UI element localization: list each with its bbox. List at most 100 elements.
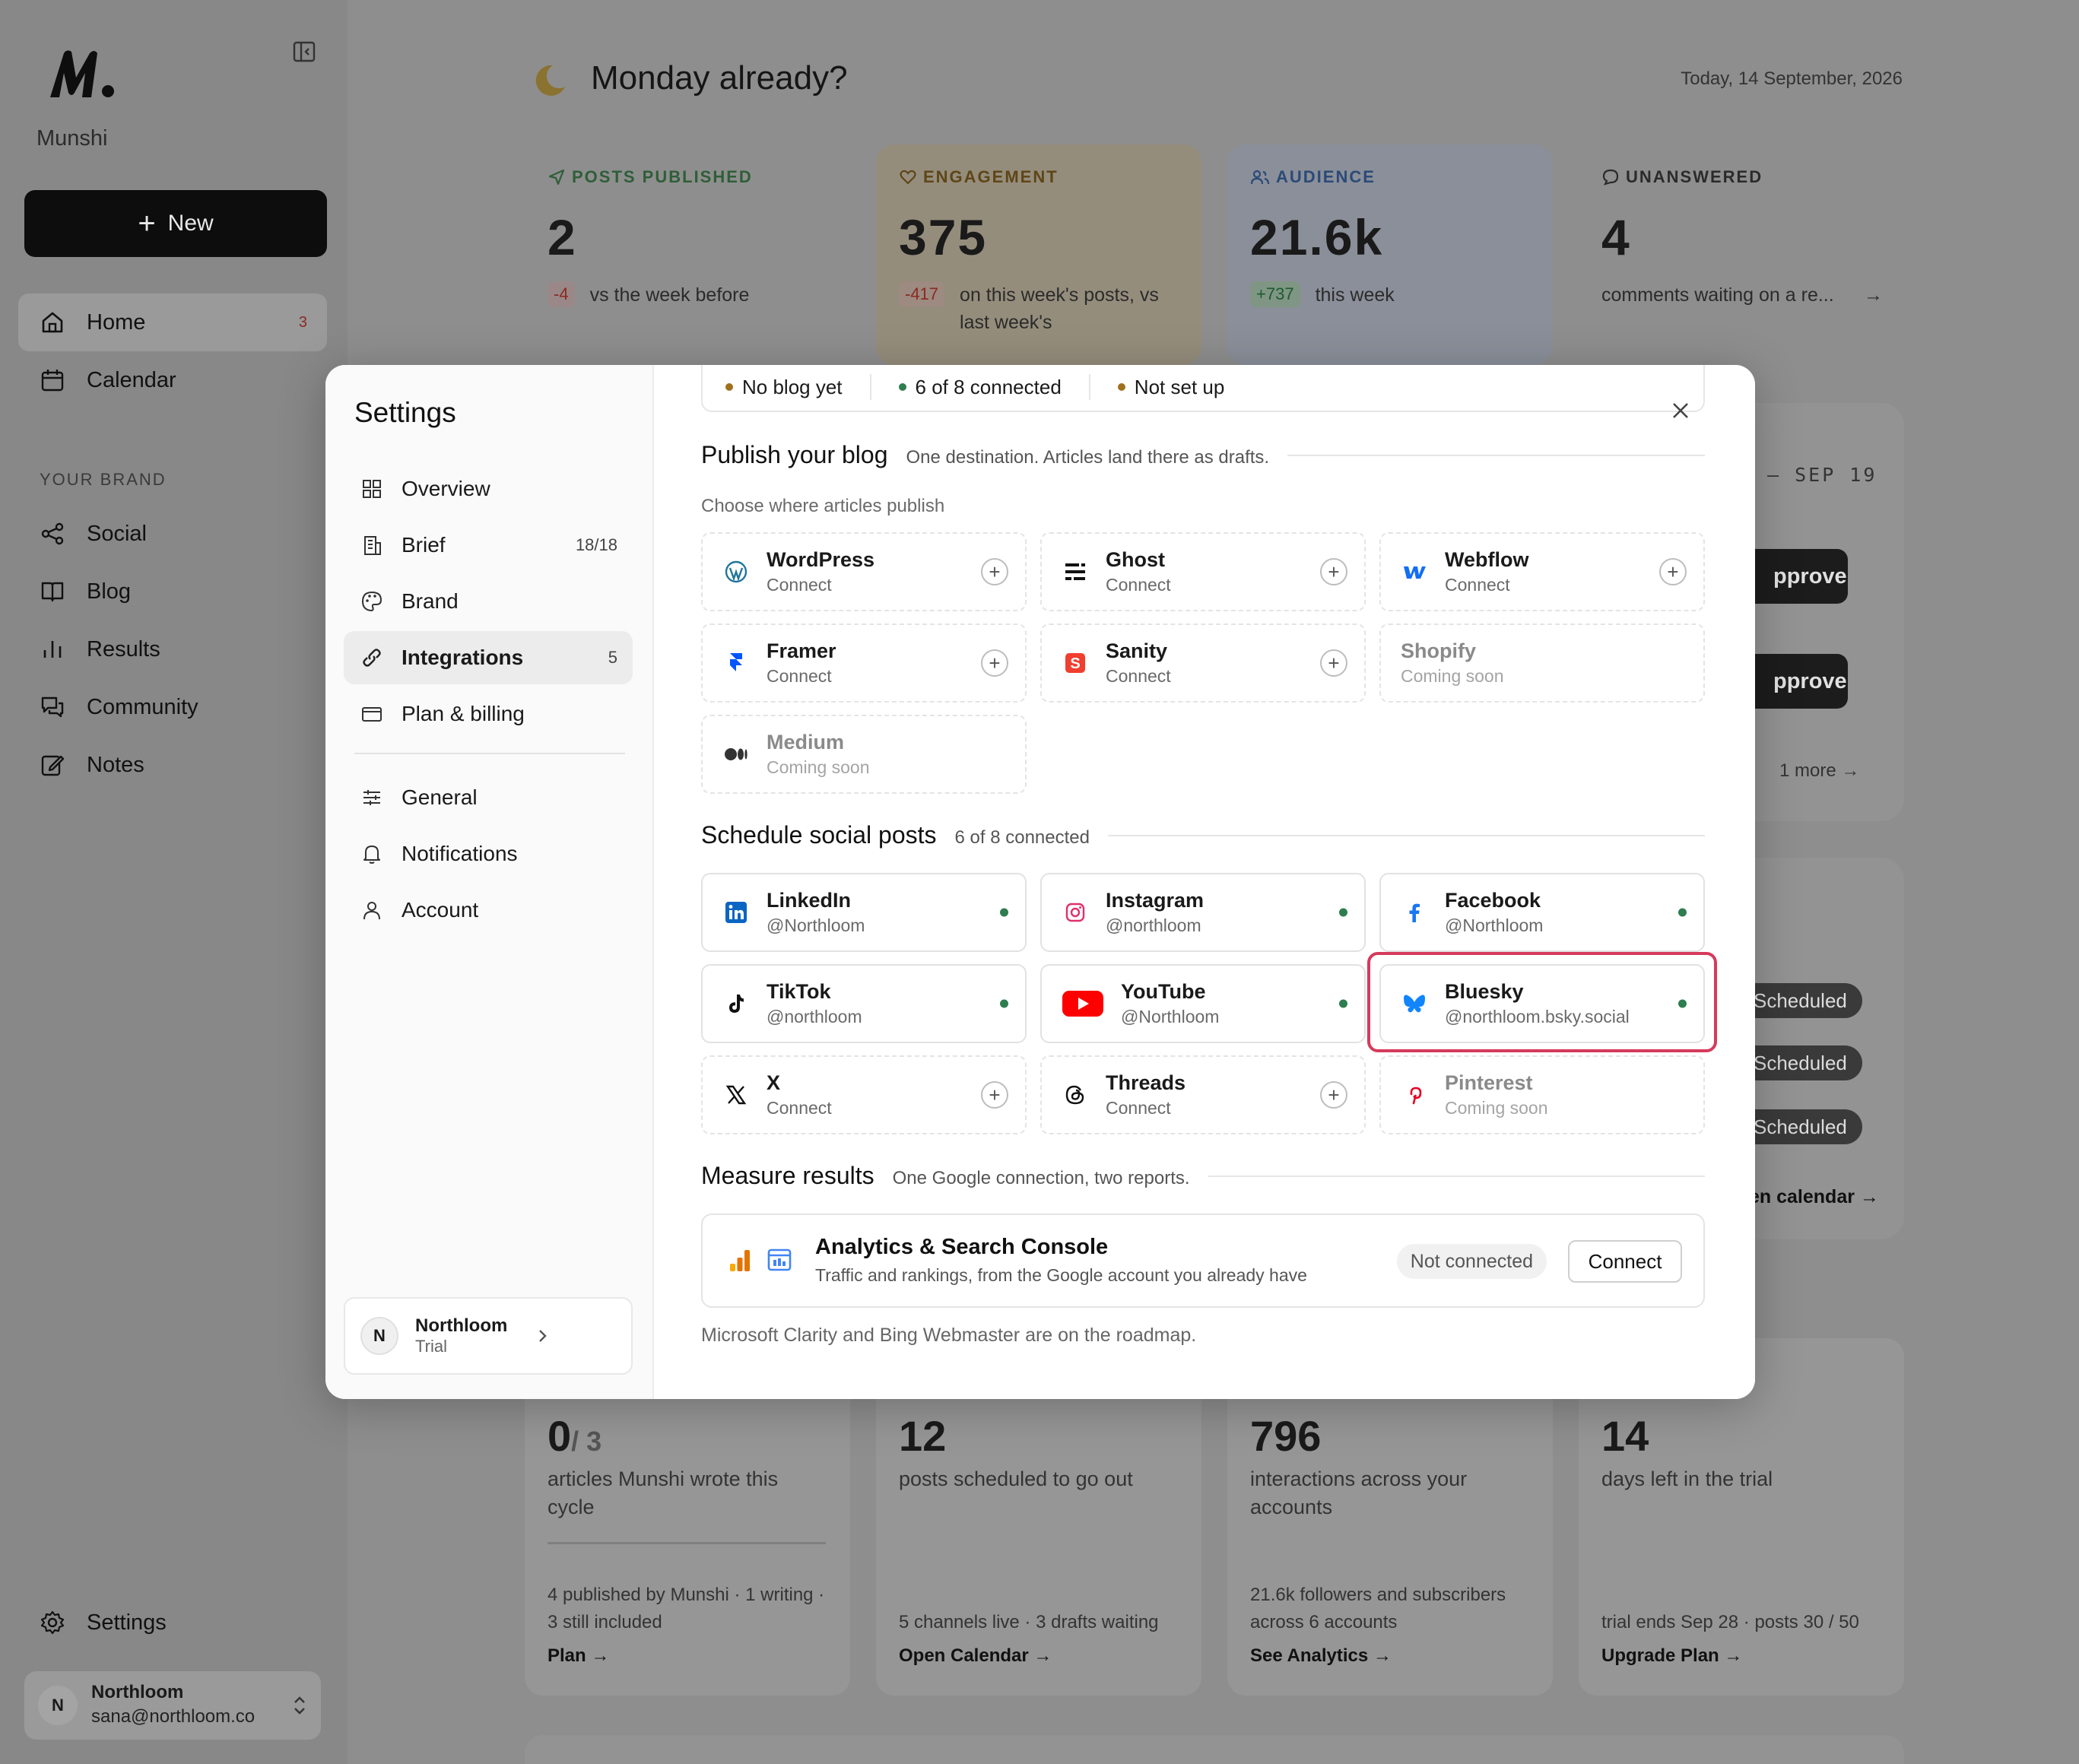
- avatar: N: [38, 1686, 78, 1725]
- status-badge: Scheduled: [1738, 1045, 1862, 1080]
- sidebar-item-home[interactable]: Home 3: [18, 293, 327, 351]
- integration-handle: @northloom: [1106, 915, 1201, 935]
- stat-sub: vs the week before: [589, 284, 750, 306]
- integration-tiktok[interactable]: TikTok @northloom: [701, 964, 1027, 1043]
- close-icon[interactable]: [1664, 394, 1697, 427]
- stat-card-posts[interactable]: POSTS PUBLISHED 2 -4 vs the week before: [525, 144, 850, 365]
- stat-delta: +737: [1250, 281, 1300, 307]
- connected-indicator: [1339, 908, 1347, 917]
- google-analytics-icon: [728, 1247, 751, 1273]
- stat-delta: -4: [548, 281, 575, 307]
- stat-label: UNANSWERED: [1626, 167, 1763, 186]
- stat-label: ENGAGEMENT: [923, 167, 1059, 186]
- workspace-switcher[interactable]: N Northloom Trial: [344, 1297, 633, 1375]
- stat-value: 2: [548, 209, 577, 265]
- stat-sub: comments waiting on a re...: [1601, 284, 1834, 306]
- add-integration-button[interactable]: +: [1659, 558, 1687, 585]
- sidebar-item-social[interactable]: Social: [18, 505, 327, 563]
- settings-nav-brand[interactable]: Brand: [344, 575, 633, 628]
- connect-analytics-button[interactable]: Connect: [1568, 1240, 1682, 1283]
- stat-label: AUDIENCE: [1276, 167, 1376, 186]
- settings-nav-integrations[interactable]: Integrations 5: [344, 631, 633, 684]
- stat-card-engagement[interactable]: ENGAGEMENT 375 -417 on this week's posts,…: [876, 144, 1201, 365]
- integration-webflow[interactable]: Webflow Connect +: [1379, 532, 1705, 611]
- settings-nav-general[interactable]: General: [344, 771, 633, 824]
- integration-status: Connect: [1106, 1098, 1171, 1118]
- more-link[interactable]: 1 more →: [1779, 760, 1859, 782]
- add-integration-button[interactable]: +: [981, 558, 1008, 585]
- sanity-icon: S: [1062, 649, 1089, 677]
- section-subtitle: 6 of 8 connected: [954, 827, 1090, 848]
- integration-sanity[interactable]: S Sanity Connect +: [1040, 623, 1366, 703]
- sidebar-item-calendar[interactable]: Calendar: [18, 351, 327, 409]
- add-integration-button[interactable]: +: [981, 1081, 1008, 1109]
- settings-nav-label: Brief: [402, 533, 446, 557]
- send-icon: [548, 169, 565, 186]
- integration-framer[interactable]: Framer Connect +: [701, 623, 1027, 703]
- add-integration-button[interactable]: +: [1320, 558, 1347, 585]
- add-integration-button[interactable]: +: [1320, 649, 1347, 677]
- settings-nav-notifications[interactable]: Notifications: [344, 827, 633, 880]
- sidebar-item-settings[interactable]: Settings: [18, 1594, 327, 1651]
- integration-name: WordPress: [767, 548, 875, 571]
- stat-delta: -417: [899, 281, 945, 307]
- settings-nav-plan-billing[interactable]: Plan & billing: [344, 687, 633, 741]
- greeting-title: Monday already?: [591, 59, 848, 97]
- framer-icon: [722, 649, 750, 677]
- calendar-icon: [41, 370, 64, 392]
- workspace-plan: Trial: [415, 1337, 447, 1356]
- analytics-subtitle: Traffic and rankings, from the Google ac…: [815, 1265, 1307, 1285]
- settings-nav-account[interactable]: Account: [344, 884, 633, 937]
- integration-name: Threads: [1106, 1071, 1186, 1094]
- facebook-icon: [1401, 899, 1428, 926]
- integration-handle: @northloom: [767, 1007, 862, 1026]
- munshi-logo: [47, 47, 116, 100]
- integration-wordpress[interactable]: WordPress Connect +: [701, 532, 1027, 611]
- youtube-icon: [1062, 990, 1104, 1017]
- settings-nav-label: Brand: [402, 589, 459, 613]
- approve-label: pprove: [1773, 668, 1847, 693]
- stat-card-audience[interactable]: AUDIENCE 21.6k +737 this week: [1227, 144, 1553, 365]
- sidebar-item-results[interactable]: Results: [18, 620, 327, 678]
- stat-label: POSTS PUBLISHED: [572, 167, 753, 186]
- integration-youtube[interactable]: YouTube @Northloom: [1040, 964, 1366, 1043]
- integration-instagram[interactable]: Instagram @northloom: [1040, 873, 1366, 952]
- integration-linkedin[interactable]: LinkedIn @Northloom: [701, 873, 1027, 952]
- integration-ghost[interactable]: Ghost Connect +: [1040, 532, 1366, 611]
- stat-sub: days left in the trial: [1601, 1467, 1773, 1490]
- see-analytics-link[interactable]: See Analytics →: [1250, 1645, 1392, 1667]
- open-calendar-link[interactable]: Open Calendar →: [899, 1645, 1052, 1667]
- integration-medium: Medium Coming soon: [701, 715, 1027, 794]
- settings-nav-overview[interactable]: Overview: [344, 462, 633, 516]
- integration-facebook[interactable]: Facebook @Northloom: [1379, 873, 1705, 952]
- add-integration-button[interactable]: +: [981, 649, 1008, 677]
- integration-x[interactable]: X Connect +: [701, 1055, 1027, 1134]
- new-button[interactable]: + New: [24, 190, 327, 257]
- stat-foot: 4 published by Munshi · 1 writing · 3 st…: [548, 1585, 825, 1632]
- integration-status-strip: No blog yet 6 of 8 connected Not set up: [701, 365, 1705, 412]
- sidebar-item-label: Results: [87, 636, 160, 662]
- integration-handle: @Northloom: [1121, 1007, 1220, 1026]
- upgrade-plan-link[interactable]: Upgrade Plan →: [1601, 1645, 1742, 1667]
- integration-name: X: [767, 1071, 781, 1094]
- settings-nav-label: Integrations: [402, 646, 524, 669]
- plan-link[interactable]: Plan →: [548, 1645, 609, 1667]
- integration-status: Connect: [767, 666, 832, 686]
- sidebar-item-blog[interactable]: Blog: [18, 563, 327, 620]
- settings-nav-label: Plan & billing: [402, 702, 525, 725]
- sliders-icon: [363, 790, 380, 805]
- settings-sidebar: Settings Overview Brief 18/18 Brand Inte…: [325, 365, 654, 1399]
- sidebar-item-community[interactable]: Community: [18, 678, 327, 736]
- add-integration-button[interactable]: +: [1320, 1081, 1347, 1109]
- user-switcher[interactable]: N Northloom sana@northloom.co: [24, 1671, 321, 1740]
- open-calendar-link[interactable]: en calendar →: [1749, 1186, 1879, 1208]
- user-name: Northloom: [91, 1682, 184, 1702]
- sidebar-item-notes[interactable]: Notes: [18, 736, 327, 794]
- stat-value: 0: [548, 1412, 572, 1460]
- collapse-sidebar-icon[interactable]: [292, 40, 316, 64]
- integration-threads[interactable]: Threads Connect +: [1040, 1055, 1366, 1134]
- settings-nav-brief[interactable]: Brief 18/18: [344, 519, 633, 572]
- next-section-card: [525, 1735, 1904, 1764]
- home-icon: [42, 312, 63, 333]
- stat-card-unanswered[interactable]: UNANSWERED 4 comments waiting on a re...…: [1579, 144, 1904, 365]
